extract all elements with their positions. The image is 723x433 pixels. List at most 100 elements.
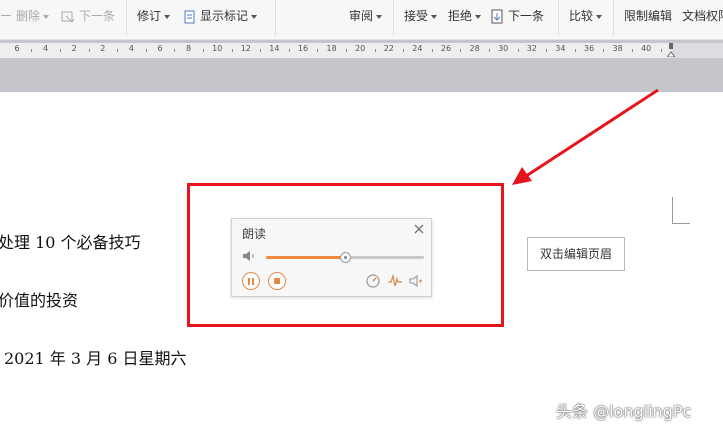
indent-marker-icon[interactable] bbox=[667, 43, 675, 57]
chevron-down-icon bbox=[431, 14, 438, 19]
accept-label: 接受 bbox=[404, 9, 429, 23]
ruler-tick bbox=[517, 49, 519, 52]
ruler-tick bbox=[603, 49, 605, 52]
ruler-label: 4 bbox=[43, 44, 49, 53]
volume-icon[interactable] bbox=[242, 250, 256, 262]
ruler-tick bbox=[546, 49, 548, 52]
revise-button[interactable]: 修订 bbox=[137, 6, 171, 26]
revise-label: 修订 bbox=[137, 9, 162, 23]
toolbar-divider bbox=[558, 0, 559, 36]
chevron-down-icon bbox=[43, 14, 50, 19]
voice-wave-icon[interactable] bbox=[387, 273, 403, 289]
ruler-tick bbox=[488, 49, 490, 52]
ruler-label: 20 bbox=[355, 44, 366, 53]
ruler-label: 2 bbox=[71, 44, 77, 53]
ruler-label: 8 bbox=[186, 44, 192, 53]
restrict-editing-label: 限制编辑 bbox=[624, 9, 673, 23]
show-marks-label: 显示标记 bbox=[200, 9, 249, 23]
ruler-label: 2 bbox=[100, 44, 106, 53]
next-change-icon bbox=[491, 9, 503, 23]
page-margin-mark bbox=[672, 197, 690, 224]
ruler-tick bbox=[345, 49, 347, 52]
pause-button[interactable] bbox=[242, 272, 260, 290]
show-marks-button[interactable]: 显示标记 bbox=[183, 6, 258, 26]
next-comment-label: 下一条 bbox=[79, 9, 116, 23]
ruler-label: 32 bbox=[526, 44, 537, 53]
ruler-tick bbox=[88, 49, 90, 52]
ruler-label: 4 bbox=[128, 44, 134, 53]
close-icon[interactable] bbox=[413, 223, 425, 235]
document-rights-button[interactable]: 文档权限 bbox=[682, 6, 723, 26]
ruler-label: 18 bbox=[326, 44, 337, 53]
horizontal-ruler[interactable]: 6 4 2 2 4 6 8 10 12 14 16 18 20 22 24 26 28 30 32 34 36 38 40 bbox=[0, 43, 723, 58]
chevron-down-icon bbox=[376, 14, 383, 19]
reject-label: 拒绝 bbox=[448, 9, 473, 23]
document-line: 2021 年 3 月 6 日星期六 bbox=[4, 349, 187, 368]
ruler-label: 6 bbox=[14, 44, 20, 53]
read-aloud-panel: 朗读 bbox=[231, 218, 432, 297]
accept-button[interactable]: 接受 bbox=[404, 6, 438, 26]
compare-button[interactable]: 比较 bbox=[569, 6, 603, 26]
review-button[interactable]: 审阅 bbox=[349, 6, 383, 26]
watermark: 头条 @longlingPc bbox=[556, 402, 692, 421]
show-marks-icon bbox=[184, 10, 195, 23]
next-change-button[interactable]: 下一条 bbox=[491, 6, 544, 26]
volume-slider-fill bbox=[266, 256, 345, 259]
chevron-down-icon bbox=[475, 14, 482, 19]
edit-header-button[interactable]: 双击编辑页眉 bbox=[527, 237, 625, 271]
ruler-tick bbox=[174, 49, 176, 52]
speed-icon[interactable] bbox=[365, 273, 381, 289]
ruler-label: 40 bbox=[641, 44, 652, 53]
ruler-tick bbox=[631, 49, 633, 52]
ruler-tick bbox=[317, 49, 319, 52]
ruler-tick bbox=[460, 49, 462, 52]
delete-button[interactable]: 删除 bbox=[16, 6, 50, 26]
ruler-tick bbox=[431, 49, 433, 52]
stop-button[interactable] bbox=[268, 272, 286, 290]
compare-label: 比较 bbox=[569, 9, 594, 23]
ruler-label: 34 bbox=[555, 44, 566, 53]
ruler-tick bbox=[231, 49, 233, 52]
ruler-label: 30 bbox=[498, 44, 509, 53]
next-change-label: 下一条 bbox=[508, 9, 545, 23]
voice-settings-icon[interactable] bbox=[408, 273, 424, 289]
toolbar-divider bbox=[613, 0, 614, 36]
ruler-tick bbox=[403, 49, 405, 52]
annotation-arrow-icon bbox=[512, 88, 659, 185]
ruler-tick bbox=[145, 49, 147, 52]
ruler-label: 22 bbox=[383, 44, 394, 53]
ruler-tick bbox=[288, 49, 290, 52]
ruler-label: 24 bbox=[412, 44, 423, 53]
ruler-label: 6 bbox=[157, 44, 163, 53]
document-line: 价值的投资 bbox=[0, 291, 79, 310]
volume-slider-handle[interactable] bbox=[340, 252, 351, 263]
chevron-down-icon bbox=[164, 14, 171, 19]
ruler-tick bbox=[374, 49, 376, 52]
restrict-editing-button[interactable]: 限制编辑 bbox=[624, 6, 672, 26]
ruler-label: 36 bbox=[583, 44, 595, 53]
ruler-tick bbox=[202, 49, 204, 52]
document-line: 处理 10 个必备技巧 bbox=[0, 233, 141, 252]
document-rights-label: 文档权限 bbox=[682, 9, 723, 23]
ruler-label: 10 bbox=[212, 44, 223, 53]
toolbar-divider bbox=[275, 0, 276, 36]
next-comment-icon bbox=[61, 11, 75, 23]
review-label: 审阅 bbox=[349, 9, 374, 23]
ruler-label: 14 bbox=[269, 44, 280, 53]
ruler-tick bbox=[574, 49, 576, 52]
reject-button[interactable]: 拒绝 bbox=[448, 6, 482, 26]
volume-slider[interactable] bbox=[266, 252, 424, 263]
next-comment-button[interactable]: 下一条 bbox=[60, 6, 115, 26]
toolbar-divider bbox=[126, 0, 127, 36]
ruler-tick bbox=[260, 49, 262, 52]
ruler-label: 26 bbox=[440, 44, 452, 53]
ruler-label: 12 bbox=[240, 44, 251, 53]
toolbar-divider bbox=[393, 0, 394, 36]
ruler-tick bbox=[59, 49, 61, 52]
ruler-tick bbox=[660, 49, 662, 52]
ruler-tick bbox=[31, 49, 33, 52]
chevron-down-icon bbox=[251, 14, 258, 19]
delete-label: 删除 bbox=[16, 9, 41, 23]
chevron-down-icon bbox=[596, 14, 603, 19]
toolbar-partial-item: ー bbox=[0, 9, 13, 23]
